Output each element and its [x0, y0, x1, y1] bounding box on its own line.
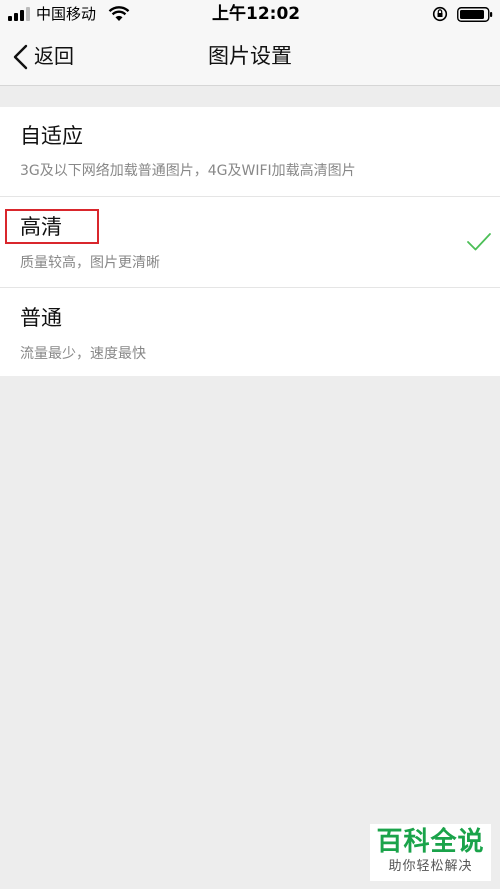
option-subtitle: 质量较高，图片更清晰: [20, 255, 160, 271]
wifi-icon: [108, 6, 130, 21]
highlight-annotation: [5, 209, 99, 244]
battery-icon: [457, 7, 493, 22]
carrier-label: 中国移动: [36, 5, 97, 23]
checkmark-icon: [467, 233, 491, 251]
clock-time: 上午12:02: [212, 4, 301, 24]
option-title: 自适应: [20, 124, 83, 148]
signal-icon: [8, 7, 30, 21]
option-normal[interactable]: 普通 流量最少，速度最快: [0, 288, 500, 376]
navigation-bar: 返回 图片设置: [0, 28, 500, 86]
watermark-logo: 百科全说 助你轻松解决: [370, 824, 491, 881]
option-subtitle: 流量最少，速度最快: [20, 346, 146, 362]
status-bar: 中国移动 上午12:02: [0, 0, 500, 28]
option-subtitle: 3G及以下网络加载普通图片，4G及WIFI加载高清图片: [20, 163, 356, 179]
option-adaptive[interactable]: 自适应 3G及以下网络加载普通图片，4G及WIFI加载高清图片: [0, 107, 500, 196]
watermark-subtitle: 助你轻松解决: [388, 859, 473, 874]
option-title: 普通: [20, 306, 62, 330]
watermark-title: 百科全说: [376, 827, 485, 857]
page-title: 图片设置: [208, 44, 292, 68]
rotation-lock-icon: [432, 6, 448, 22]
